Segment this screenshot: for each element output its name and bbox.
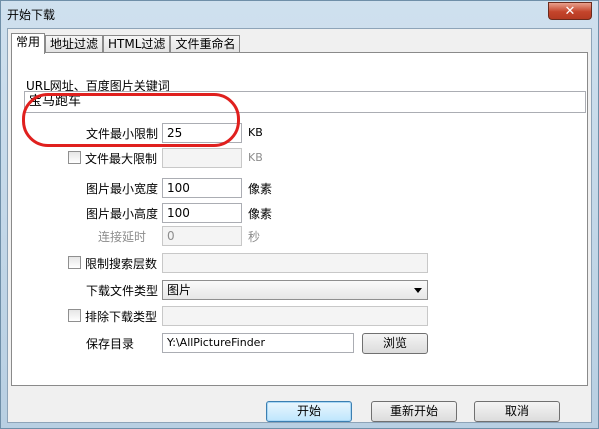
delay-label: 连接延时 [98, 230, 147, 244]
exclude-input[interactable] [162, 306, 428, 326]
min-height-unit: 像素 [248, 207, 273, 221]
save-dir-input[interactable]: Y:\AllPictureFinder [162, 333, 354, 353]
window-title: 开始下载 [7, 8, 56, 22]
depth-input[interactable] [162, 253, 428, 273]
save-dir-label: 保存目录 [86, 337, 135, 351]
browse-button[interactable]: 浏览 [362, 333, 428, 354]
max-size-checkbox[interactable] [68, 151, 81, 164]
min-height-label: 图片最小高度 [86, 207, 159, 221]
tab-html-filter[interactable]: HTML过滤 [103, 35, 171, 53]
file-type-selected: 图片 [167, 283, 192, 297]
tab-panel-common: URL网址、百度图片关键词 宝马跑车 文件最小限制 25 KB 文件最大限制 K… [11, 52, 588, 386]
delay-unit: 秒 [248, 230, 261, 244]
min-size-input[interactable]: 25 [162, 123, 242, 143]
max-size-input[interactable] [162, 148, 242, 168]
depth-label: 限制搜索层数 [85, 257, 158, 271]
file-type-select[interactable]: 图片 [162, 280, 428, 300]
url-input[interactable]: 宝马跑车 [24, 91, 586, 113]
min-size-unit: KB [248, 126, 263, 139]
min-width-input[interactable]: 100 [162, 178, 242, 198]
dialog-window: 开始下载 ✕ 常用 地址过滤 HTML过滤 文件重命名 URL网址、百度图片关键… [0, 0, 599, 429]
dialog-client: 常用 地址过滤 HTML过滤 文件重命名 URL网址、百度图片关键词 宝马跑车 … [7, 28, 592, 423]
title-bar[interactable]: 开始下载 ✕ [1, 1, 598, 27]
restart-button[interactable]: 重新开始 [371, 401, 457, 422]
exclude-label: 排除下载类型 [85, 310, 158, 324]
max-size-unit: KB [248, 151, 263, 164]
start-button[interactable]: 开始 [266, 401, 352, 422]
file-type-label: 下载文件类型 [86, 284, 159, 298]
min-width-unit: 像素 [248, 182, 273, 196]
tab-strip: 常用 地址过滤 HTML过滤 文件重命名 [11, 33, 241, 54]
max-size-label: 文件最大限制 [85, 152, 158, 166]
chevron-down-icon [414, 288, 422, 293]
cancel-button[interactable]: 取消 [474, 401, 560, 422]
min-size-label: 文件最小限制 [86, 127, 159, 141]
min-width-label: 图片最小宽度 [86, 182, 159, 196]
tab-file-rename[interactable]: 文件重命名 [170, 35, 241, 53]
tab-address-filter[interactable]: 地址过滤 [45, 35, 104, 53]
close-icon: ✕ [564, 3, 576, 19]
depth-checkbox[interactable] [68, 256, 81, 269]
min-height-input[interactable]: 100 [162, 203, 242, 223]
tab-common[interactable]: 常用 [11, 33, 46, 54]
delay-input[interactable]: 0 [162, 226, 242, 246]
close-button[interactable]: ✕ [548, 2, 592, 20]
exclude-checkbox[interactable] [68, 309, 81, 322]
